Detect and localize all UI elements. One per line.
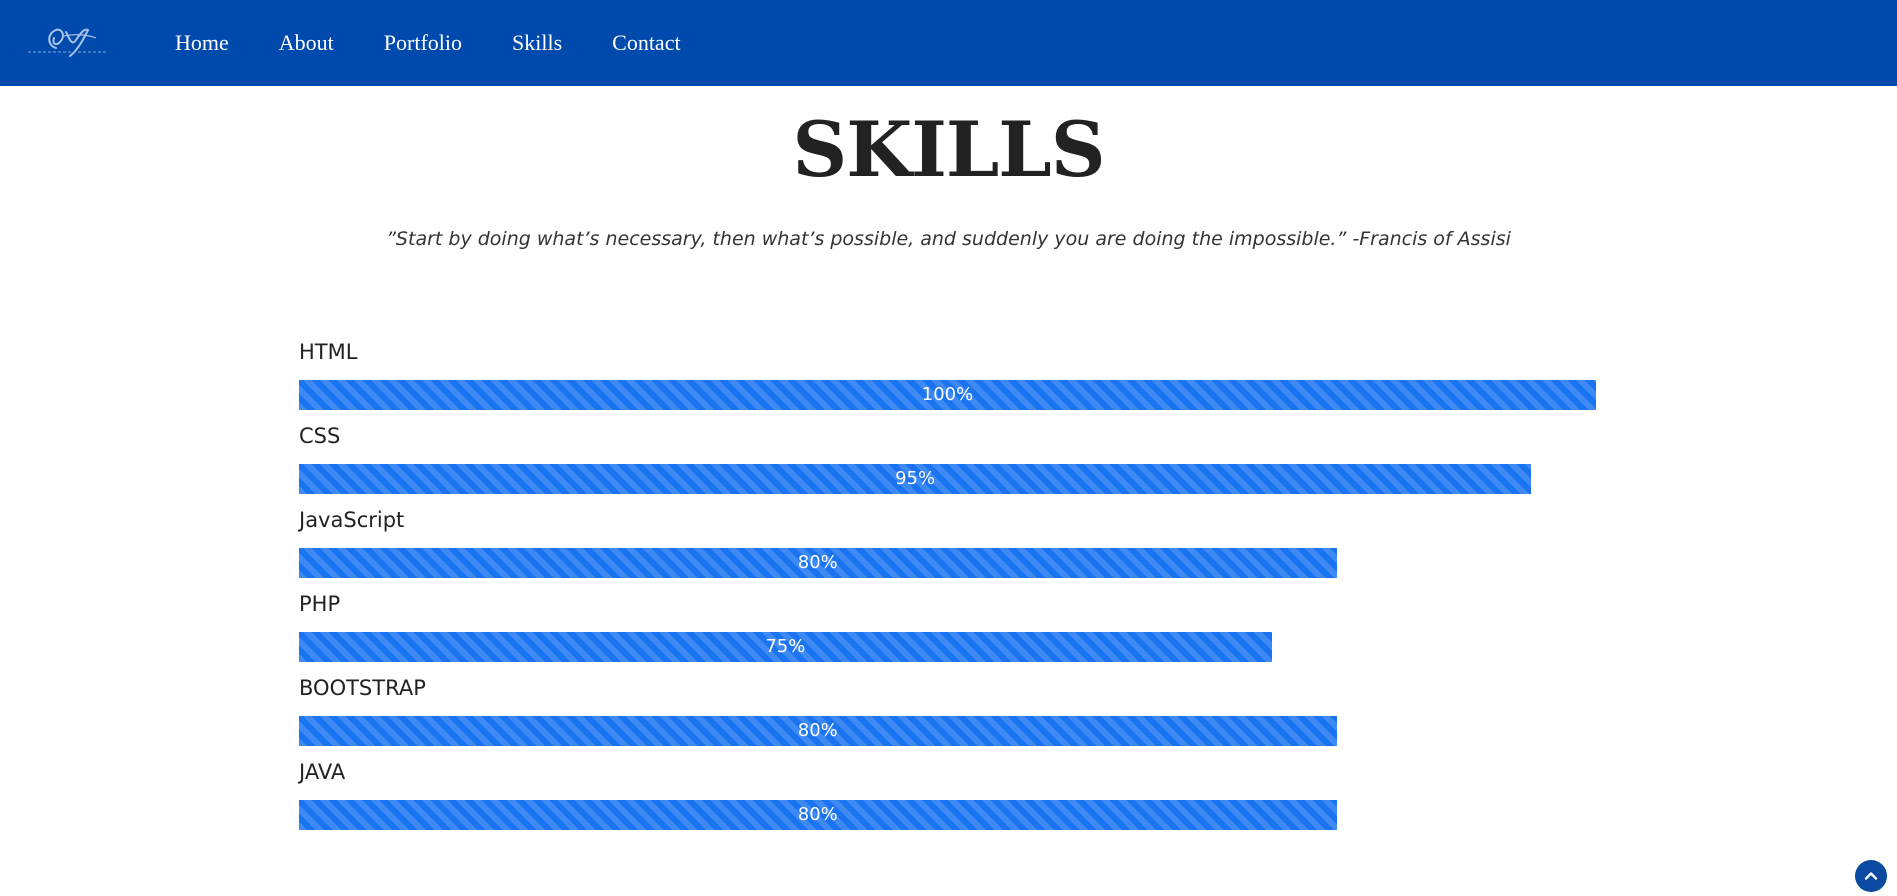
skill-label: JAVA bbox=[299, 760, 346, 784]
nav-link-contact[interactable]: Contact bbox=[612, 30, 680, 56]
skill-progress-track: 75% bbox=[299, 632, 1596, 662]
skill-label: JavaScript bbox=[299, 508, 405, 532]
skill-label: CSS bbox=[299, 424, 341, 448]
skill-progress-track: 100% bbox=[299, 380, 1596, 410]
skill-label: PHP bbox=[299, 592, 341, 616]
skill-progress-track: 80% bbox=[299, 716, 1596, 746]
nav-menu: Home About Portfolio Skills Contact bbox=[175, 0, 731, 86]
logo[interactable] bbox=[26, 22, 108, 60]
skill-item: JAVA 80% bbox=[299, 758, 1596, 842]
skill-label: HTML bbox=[299, 340, 358, 364]
chevron-up-icon bbox=[1864, 872, 1878, 880]
skill-label: BOOTSTRAP bbox=[299, 676, 426, 700]
skill-item: JavaScript 80% bbox=[299, 506, 1596, 590]
signature-logo-icon bbox=[28, 28, 106, 57]
skill-item: CSS 95% bbox=[299, 422, 1596, 506]
navbar: Home About Portfolio Skills Contact bbox=[0, 0, 1897, 86]
nav-link-about[interactable]: About bbox=[279, 30, 334, 56]
skills-list: HTML 100% CSS 95% JavaScript 80% PHP 75%… bbox=[299, 338, 1596, 842]
skill-progress-bar: 80% bbox=[299, 548, 1337, 578]
page-title: SKILLS bbox=[792, 105, 1105, 194]
skill-progress-bar: 75% bbox=[299, 632, 1272, 662]
skill-progress-track: 95% bbox=[299, 464, 1596, 494]
nav-link-skills[interactable]: Skills bbox=[512, 30, 562, 56]
skills-quote: ”Start by doing what’s necessary, then w… bbox=[386, 228, 1511, 250]
nav-link-home[interactable]: Home bbox=[175, 30, 229, 56]
skill-item: HTML 100% bbox=[299, 338, 1596, 422]
nav-link-portfolio[interactable]: Portfolio bbox=[384, 30, 462, 56]
skill-progress-bar: 80% bbox=[299, 800, 1337, 830]
skill-item: PHP 75% bbox=[299, 590, 1596, 674]
skill-progress-track: 80% bbox=[299, 548, 1596, 578]
skill-progress-bar: 80% bbox=[299, 716, 1337, 746]
skill-progress-bar: 95% bbox=[299, 464, 1532, 494]
scroll-to-top-button[interactable] bbox=[1855, 860, 1887, 892]
skill-progress-bar: 100% bbox=[299, 380, 1596, 410]
skill-item: BOOTSTRAP 80% bbox=[299, 674, 1596, 758]
skill-progress-track: 80% bbox=[299, 800, 1596, 830]
